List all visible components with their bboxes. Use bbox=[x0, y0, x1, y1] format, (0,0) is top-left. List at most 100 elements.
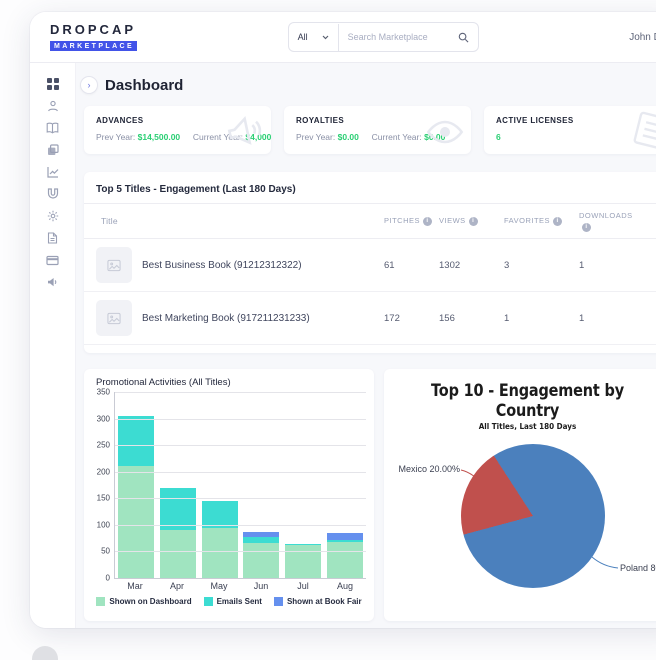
info-icon[interactable]: i bbox=[582, 222, 591, 232]
gridline bbox=[115, 524, 366, 526]
legend-item[interactable]: Shown on Dashboard bbox=[96, 597, 192, 606]
bar-segment bbox=[243, 543, 280, 578]
grid-icon bbox=[46, 77, 59, 95]
bar-legend: Shown on Dashboard Emails Sent Shown at Bo… bbox=[92, 597, 366, 606]
image-placeholder-icon bbox=[96, 247, 132, 283]
user-menu[interactable]: John Doe bbox=[629, 32, 656, 43]
search-bar: All bbox=[287, 22, 479, 52]
gridline bbox=[115, 392, 366, 393]
bar-segment bbox=[327, 542, 364, 578]
pie-chart-title: Top 10 - Engagement by Country bbox=[431, 381, 624, 421]
engagement-table-card: Top 5 Titles - Engagement (Last 180 Days… bbox=[84, 172, 656, 353]
active-licenses-value: 6 bbox=[496, 132, 501, 142]
bar-segment bbox=[201, 500, 238, 528]
stat-label: ACTIVE LICENSES bbox=[496, 116, 574, 125]
sidebar-item-settings[interactable] bbox=[42, 209, 64, 227]
legend-item[interactable]: Shown at Book Fair bbox=[273, 597, 362, 606]
magnet-icon bbox=[47, 187, 59, 205]
pie-label-mexico: Mexico 20.00% bbox=[398, 464, 460, 474]
sidebar-toggle-button[interactable]: › bbox=[80, 76, 98, 94]
legend-swatch bbox=[96, 597, 106, 606]
pie-circle bbox=[461, 444, 605, 588]
bar-jun bbox=[240, 392, 282, 578]
column-header-title: Title bbox=[101, 215, 118, 226]
info-icon[interactable]: i bbox=[423, 216, 433, 226]
table-title: Top 5 Titles - Engagement (Last 180 Days… bbox=[96, 184, 296, 195]
x-tick-label: Jun bbox=[253, 581, 269, 591]
sidebar-item-contacts[interactable] bbox=[42, 100, 64, 114]
y-tick-label: 150 bbox=[96, 493, 110, 503]
open-book-icon bbox=[46, 121, 59, 139]
favorites-value: 3 bbox=[504, 259, 510, 271]
bar-apr bbox=[157, 392, 199, 578]
y-tick-label: 300 bbox=[96, 414, 110, 424]
gridline bbox=[115, 551, 366, 553]
bar-segment bbox=[285, 544, 322, 578]
bar-segment bbox=[117, 466, 154, 578]
y-tick-label: 250 bbox=[96, 440, 110, 450]
sidebar-item-billing[interactable] bbox=[42, 255, 64, 268]
legend-item[interactable]: Emails Sent bbox=[203, 597, 262, 606]
pie-chart-subtitle: All Titles, Last 180 Days bbox=[478, 422, 577, 431]
gear-icon bbox=[47, 209, 59, 227]
logo[interactable]: DROPCAP MARKETPLACE bbox=[50, 21, 138, 52]
table-header-row: Title PITCHES i VIEWS i FAVORITES i DOWNLOA… bbox=[84, 203, 656, 239]
gridline bbox=[115, 498, 366, 500]
sidebar-item-dashboard[interactable] bbox=[42, 77, 64, 95]
pie-label-poland: Poland 80.00% bbox=[620, 563, 656, 573]
search-icon[interactable] bbox=[456, 32, 478, 43]
bar-segment bbox=[201, 527, 238, 578]
info-icon[interactable]: i bbox=[553, 216, 563, 226]
megaphone-icon bbox=[221, 106, 271, 154]
sidebar-item-analytics[interactable] bbox=[42, 166, 64, 180]
search-input[interactable] bbox=[338, 32, 456, 42]
credit-card-icon bbox=[46, 253, 59, 271]
downloads-value: 1 bbox=[579, 259, 585, 271]
bar-columns bbox=[115, 392, 366, 578]
stat-card-advances: ADVANCES Prev Year: $14,500.00 Current Y… bbox=[84, 106, 271, 154]
sidebar-item-titles[interactable] bbox=[42, 121, 64, 139]
top-header: DROPCAP MARKETPLACE All John bbox=[30, 12, 656, 63]
search-category-value: All bbox=[297, 32, 308, 42]
sidebar-item-documents[interactable] bbox=[42, 231, 64, 246]
table-row[interactable]: Best Marketing Book (917211231233) 172 1… bbox=[84, 292, 656, 345]
downloads-value: 1 bbox=[579, 312, 585, 324]
gridline bbox=[115, 445, 366, 447]
legend-swatch bbox=[273, 597, 283, 606]
table-row[interactable]: Best Business Book (91212312322) 61 1302… bbox=[84, 239, 656, 292]
legend-label: Emails Sent bbox=[216, 597, 262, 606]
page: DROPCAP MARKETPLACE All John bbox=[0, 0, 656, 660]
favorites-value: 1 bbox=[504, 312, 510, 324]
sidebar-item-catalogs[interactable] bbox=[42, 143, 64, 158]
y-tick-label: 200 bbox=[96, 467, 110, 477]
y-tick-label: 0 bbox=[105, 573, 110, 583]
y-tick-label: 50 bbox=[101, 546, 110, 556]
gridline bbox=[115, 471, 366, 473]
sidebar-item-leads[interactable] bbox=[42, 187, 64, 205]
search-category-select[interactable]: All bbox=[289, 32, 338, 42]
bar-chart-card: Promotional Activities (All Titles) 0 50 1… bbox=[84, 369, 374, 621]
bar-segment bbox=[159, 487, 196, 531]
pitches-value: 61 bbox=[384, 259, 395, 271]
chat-widget[interactable] bbox=[32, 646, 58, 660]
x-tick-label: Aug bbox=[336, 581, 353, 591]
megaphone-icon bbox=[47, 275, 59, 293]
breadcrumb: › Dashboard bbox=[80, 75, 656, 95]
bar-segment bbox=[243, 536, 280, 544]
logo-wordmark: DROPCAP bbox=[50, 21, 137, 37]
column-header-views: VIEWS i bbox=[439, 210, 504, 231]
app-window: DROPCAP MARKETPLACE All John bbox=[30, 12, 656, 628]
bar-chart-title: Promotional Activities (All Titles) bbox=[96, 377, 231, 388]
stat-card-royalties: ROYALTIES Prev Year: $0.00 Current Year:… bbox=[284, 106, 471, 154]
gridline bbox=[115, 418, 366, 420]
pie-chart-card: Top 10 - Engagement by Country All Title… bbox=[384, 369, 656, 621]
views-value: 156 bbox=[439, 312, 455, 324]
x-tick-label: May bbox=[210, 581, 228, 591]
bar-mar bbox=[115, 392, 157, 578]
eye-icon bbox=[425, 112, 465, 154]
main-content: › Dashboard ADVANCES Prev Year: $14,500.… bbox=[76, 63, 656, 628]
title-cell: Best Marketing Book (917211231233) bbox=[84, 300, 384, 336]
info-icon[interactable]: i bbox=[468, 216, 478, 226]
sidebar-item-marketing[interactable] bbox=[42, 277, 64, 290]
views-value: 1302 bbox=[439, 259, 461, 271]
